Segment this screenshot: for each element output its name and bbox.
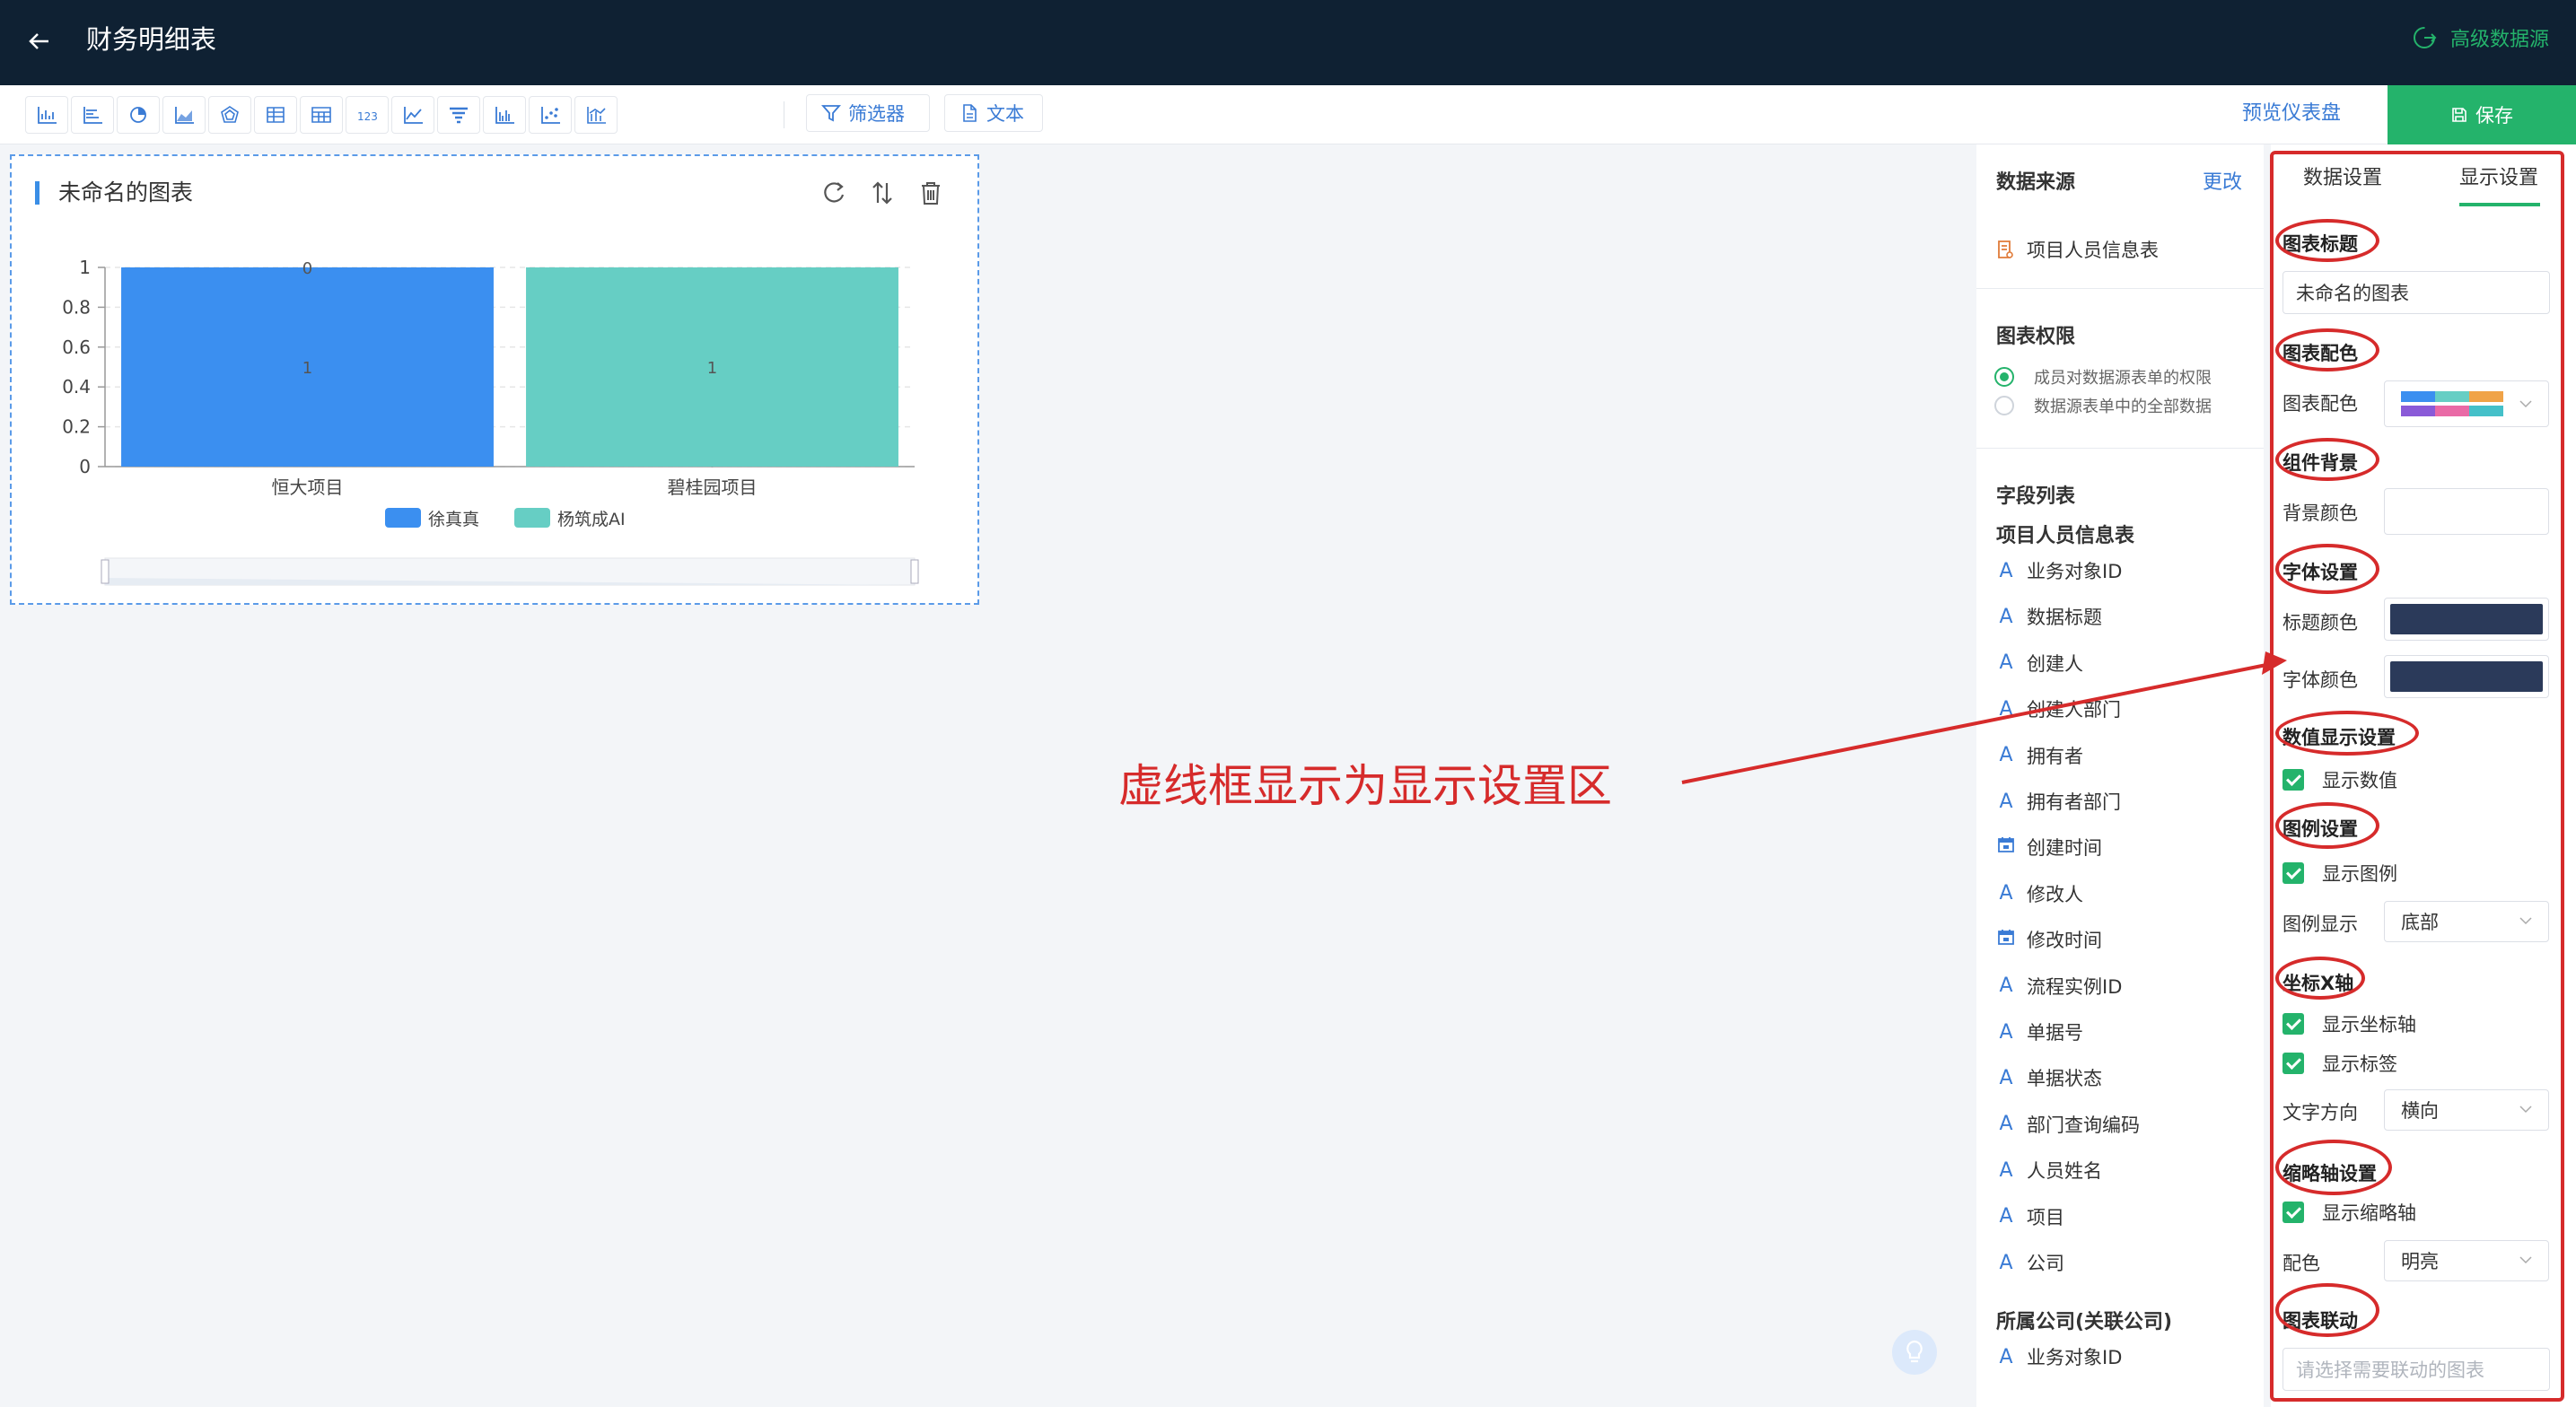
help-bulb-icon[interactable] <box>1892 1330 1937 1375</box>
annotation-arrow <box>1681 651 2287 784</box>
annotation-text: 虚线框显示为显示设置区 <box>1118 760 1612 812</box>
